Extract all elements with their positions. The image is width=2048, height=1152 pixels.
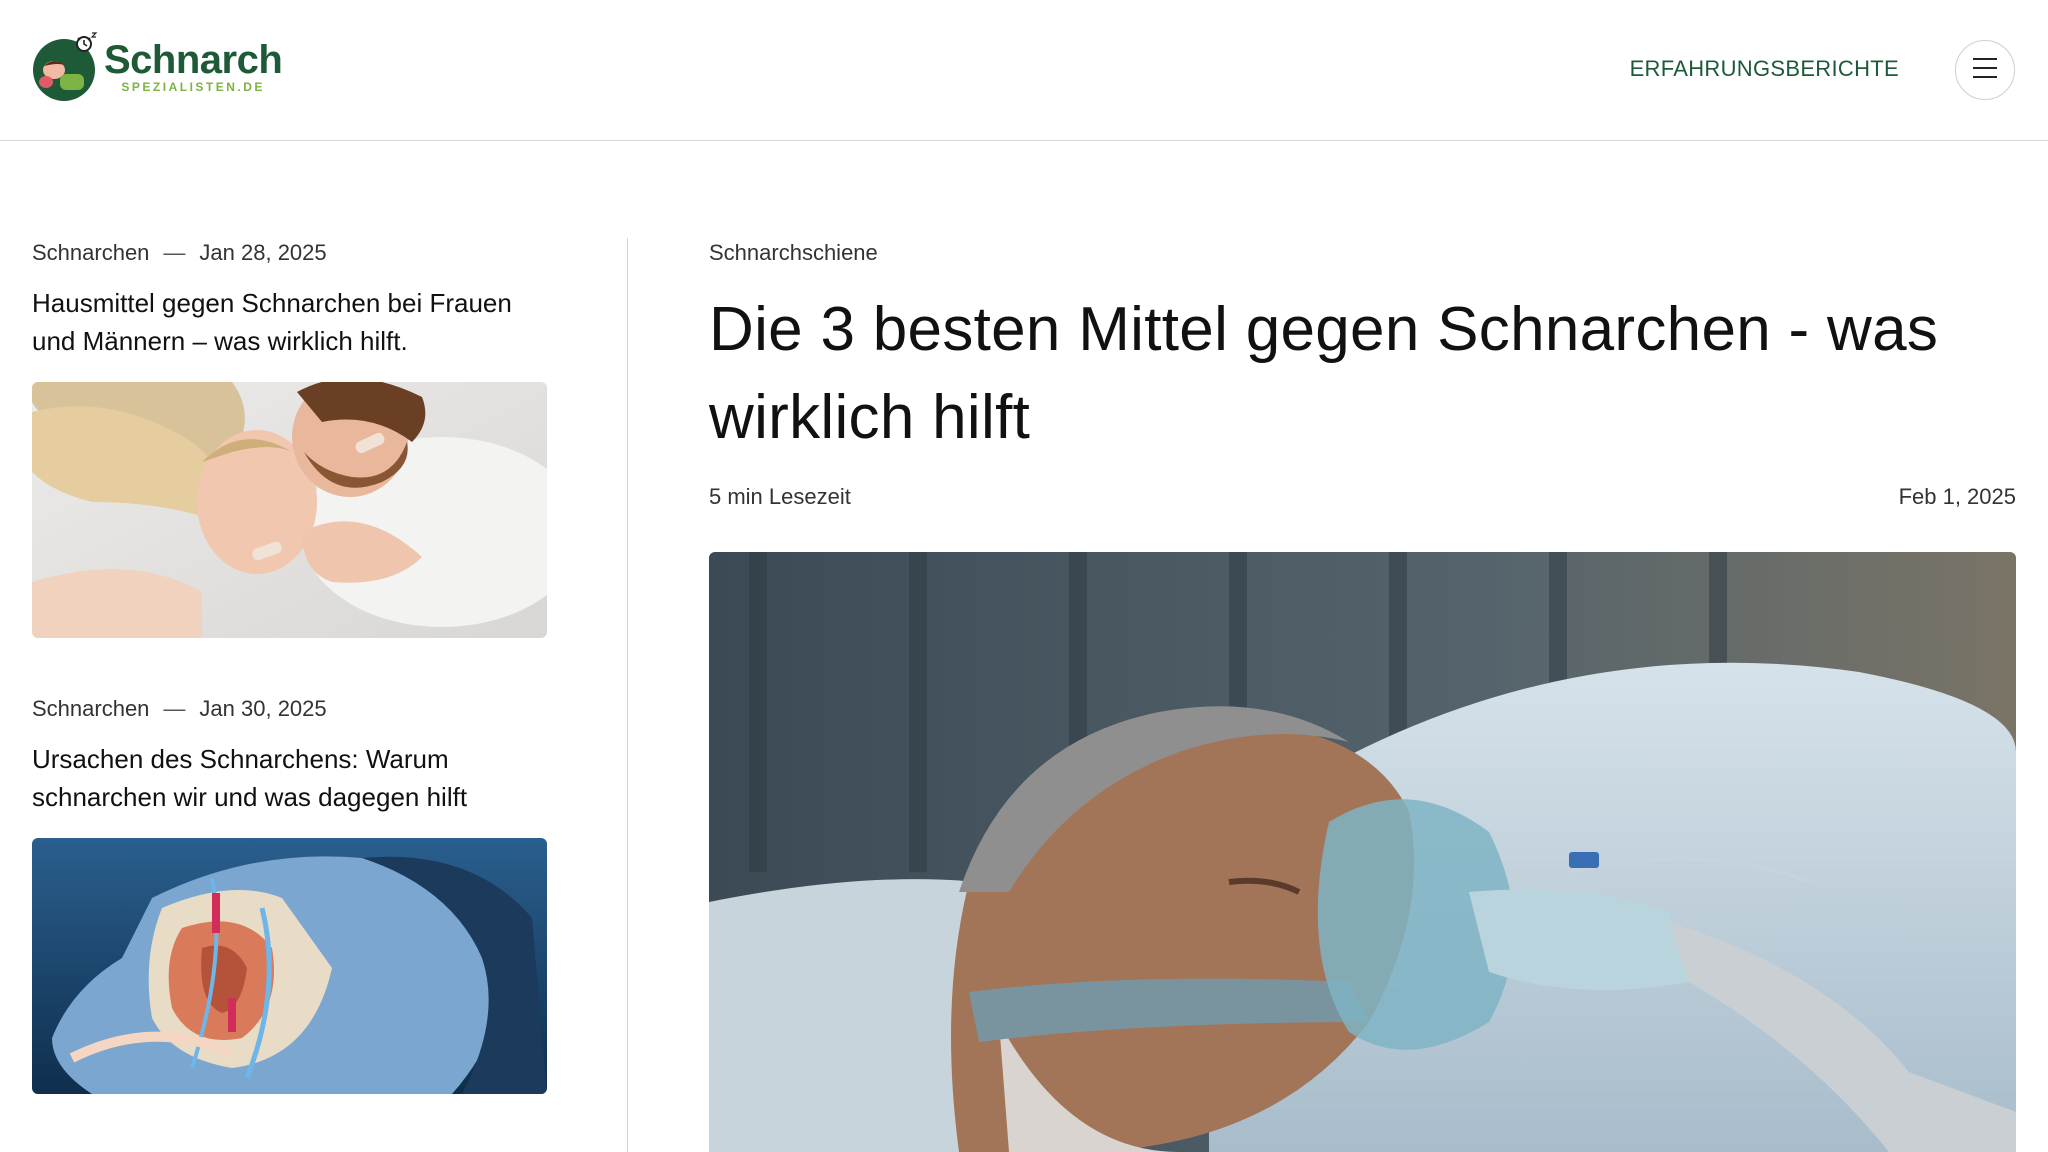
post-meta: Schnarchen — Jan 28, 2025 — [32, 238, 547, 268]
post-thumbnail-couple-sleeping[interactable] — [32, 382, 547, 638]
column-divider — [627, 238, 628, 1152]
logo-wordmark: Schnarch — [104, 38, 283, 82]
article-meta: 5 min Lesezeit Feb 1, 2025 — [709, 482, 2016, 512]
post-meta: Schnarchen — Jan 30, 2025 — [32, 694, 547, 724]
post-date: Jan 30, 2025 — [199, 696, 327, 721]
post-title[interactable]: Hausmittel gegen Schnarchen bei Frauen u… — [32, 284, 547, 360]
post-date: Jan 28, 2025 — [199, 240, 327, 265]
logo-sleeper-icon — [32, 30, 98, 102]
logo-subtitle: SPEZIALISTEN.DE — [121, 80, 265, 94]
site-logo[interactable]: Schnarch SPEZIALISTEN.DE — [32, 30, 283, 102]
nav-link-erfahrungsberichte[interactable]: ERFAHRUNGSBERICHTE — [1630, 56, 1899, 82]
hamburger-icon — [1972, 57, 1998, 84]
hero-image-cpap-mask — [709, 552, 2016, 1152]
post-card[interactable]: Schnarchen — Jan 28, 2025 Hausmittel gegen… — [32, 238, 547, 638]
post-card[interactable]: Schnarchen — Jan 30, 2025 Ursachen des Sch… — [32, 694, 547, 1094]
post-category[interactable]: Schnarchen — [32, 240, 149, 265]
meta-separator: — — [163, 696, 186, 721]
read-time: 5 min Lesezeit — [709, 484, 851, 509]
article-category[interactable]: Schnarchschiene — [709, 238, 2016, 268]
article-date: Feb 1, 2025 — [1898, 484, 2016, 509]
related-posts-sidebar: Schnarchen — Jan 28, 2025 Hausmittel gegen… — [32, 238, 547, 1150]
menu-button[interactable] — [1955, 40, 2015, 100]
article-title[interactable]: Die 3 besten Mittel gegen Schnarchen - w… — [709, 286, 2016, 462]
post-thumbnail-airway-anatomy[interactable] — [32, 838, 547, 1094]
post-category[interactable]: Schnarchen — [32, 696, 149, 721]
featured-article: Schnarchschiene Die 3 besten Mittel gege… — [709, 238, 2016, 1152]
post-title[interactable]: Ursachen des Schnarchens: Warum schnarch… — [32, 740, 547, 816]
meta-separator: — — [163, 240, 186, 265]
site-header: Schnarch SPEZIALISTEN.DE ERFAHRUNGSBERIC… — [0, 0, 2048, 141]
